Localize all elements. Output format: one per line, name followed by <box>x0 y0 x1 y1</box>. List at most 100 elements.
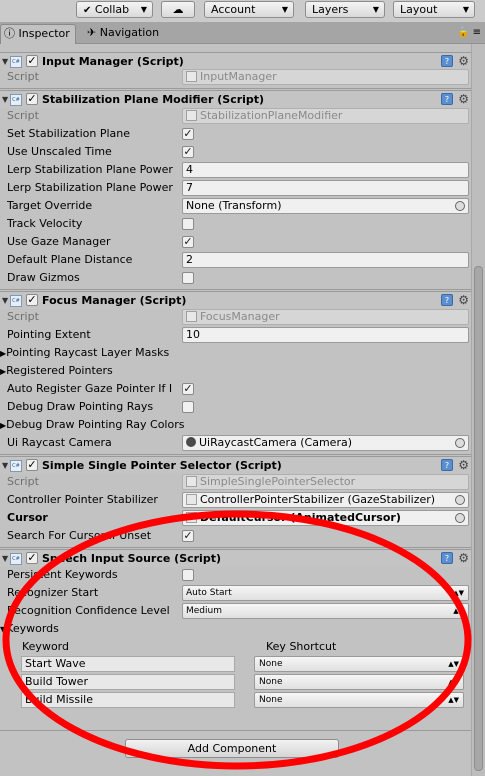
component-header-focus-manager[interactable]: ▼ C# ✓ Focus Manager (Script) ? ⚙ <box>0 291 471 309</box>
key-shortcut-dropdown[interactable]: None ▲▼ <box>254 656 464 672</box>
vertical-scrollbar[interactable] <box>471 44 485 776</box>
field-label: Controller Pointer Stabilizer <box>7 493 158 506</box>
confidence-level-dropdown[interactable]: Medium ▲▼ <box>182 603 469 619</box>
help-icon[interactable]: ? <box>441 294 453 306</box>
keyword-input[interactable]: Start Wave <box>21 656 235 672</box>
component-enabled-checkbox[interactable]: ✓ <box>26 55 38 67</box>
help-icon[interactable]: ? <box>441 552 453 564</box>
account-label: Account <box>211 3 256 16</box>
fold-arrow-icon[interactable]: ▼ <box>2 292 8 309</box>
collab-dropdown[interactable]: ✔ Collab ▼ <box>76 1 153 18</box>
component-enabled-checkbox[interactable]: ✓ <box>26 459 38 471</box>
keyword-input[interactable]: Build Tower <box>21 674 235 690</box>
lerp-power-field-2[interactable]: 7 <box>182 180 469 196</box>
scrollbar-thumb[interactable] <box>474 266 483 771</box>
pointing-extent-field[interactable]: 10 <box>182 327 469 343</box>
fold-arrow-icon[interactable]: ▼ <box>2 457 8 474</box>
fold-arrow-icon[interactable]: ▼ <box>2 91 8 108</box>
script-file-icon <box>186 110 197 121</box>
cloud-button[interactable]: ☁ <box>161 1 195 18</box>
foldout-label[interactable]: ▶Debug Draw Pointing Ray Colors <box>0 416 184 435</box>
add-component-button[interactable]: Add Component <box>125 739 339 758</box>
key-shortcut-dropdown[interactable]: None ▲▼ <box>254 674 464 690</box>
gear-icon[interactable]: ⚙ <box>458 292 469 309</box>
menu-icon[interactable]: ≡ <box>473 27 481 38</box>
help-icon[interactable]: ? <box>441 93 453 105</box>
dropdown-arrows-icon: ▲▼ <box>448 678 459 686</box>
object-picker-icon[interactable] <box>455 201 465 211</box>
foldout-row[interactable]: ▼Keywords <box>0 620 471 638</box>
component-enabled-checkbox[interactable]: ✓ <box>26 294 38 306</box>
use-gaze-manager-checkbox[interactable]: ✓ <box>182 236 194 248</box>
component-enabled-checkbox[interactable]: ✓ <box>26 93 38 105</box>
target-override-field[interactable]: None (Transform) <box>182 198 469 214</box>
controller-stabilizer-field[interactable]: ControllerPointerStabilizer (GazeStabili… <box>182 492 469 508</box>
component-header-speech-input[interactable]: ▼ C# ✓ Speech Input Source (Script) ? ⚙ <box>0 549 471 567</box>
component-header-stabilization[interactable]: ▼ C# ✓ Stabilization Plane Modifier (Scr… <box>0 90 471 108</box>
field-label: Draw Gizmos <box>7 271 80 284</box>
field-label: Script <box>7 109 39 122</box>
track-velocity-checkbox[interactable] <box>182 218 194 230</box>
dropdown-arrows-icon: ▲▼ <box>448 696 459 704</box>
field-value: UiRaycastCamera (Camera) <box>199 436 353 449</box>
search-for-cursor-checkbox[interactable]: ✓ <box>182 530 194 542</box>
use-unscaled-time-checkbox[interactable]: ✓ <box>182 146 194 158</box>
foldout-row[interactable]: ▶Registered Pointers <box>0 362 471 380</box>
script-field: InputManager <box>182 69 469 85</box>
info-icon: ⓘ <box>4 27 15 40</box>
foldout-row[interactable]: ▶Pointing Raycast Layer Masks <box>0 344 471 362</box>
layout-label: Layout <box>400 3 438 16</box>
gear-icon[interactable]: ⚙ <box>458 457 469 474</box>
tab-navigation[interactable]: ✈ Navigation <box>85 24 159 44</box>
field-row: Persistent Keywords <box>0 566 471 584</box>
divider <box>0 547 471 548</box>
gear-icon[interactable]: ⚙ <box>458 550 469 567</box>
account-dropdown[interactable]: Account ▼ <box>204 1 294 18</box>
lock-icon[interactable]: 🔒 <box>457 27 469 38</box>
cursor-field[interactable]: DefaultCursor (AnimatedCursor) <box>182 510 469 526</box>
divider <box>0 88 471 89</box>
foldout-label[interactable]: ▶Registered Pointers <box>0 362 113 381</box>
navigation-icon: ✈ <box>87 26 97 39</box>
object-picker-icon[interactable] <box>455 495 465 505</box>
recognizer-start-dropdown[interactable]: Auto Start ▲▼ <box>182 585 469 601</box>
field-label: Script <box>7 310 39 323</box>
field-value: StabilizationPlaneModifier <box>200 109 343 122</box>
field-value: ControllerPointerStabilizer (GazeStabili… <box>200 493 436 506</box>
layers-label: Layers <box>312 3 349 16</box>
debug-draw-rays-checkbox[interactable] <box>182 401 194 413</box>
lerp-power-field-1[interactable]: 4 <box>182 162 469 178</box>
field-label: Recognition Confidence Level <box>7 604 170 617</box>
default-plane-distance-field[interactable]: 2 <box>182 252 469 268</box>
set-stabilization-plane-checkbox[interactable]: ✓ <box>182 128 194 140</box>
tab-inspector[interactable]: ⓘ Inspector <box>0 24 76 44</box>
field-row: Lerp Stabilization Plane Power 4 <box>0 161 471 179</box>
persistent-keywords-checkbox[interactable] <box>182 569 194 581</box>
object-picker-icon[interactable] <box>455 438 465 448</box>
help-icon[interactable]: ? <box>441 55 453 67</box>
fold-arrow-icon[interactable]: ▼ <box>2 550 8 567</box>
foldout-label[interactable]: ▼Keywords <box>0 620 59 639</box>
ui-raycast-camera-field[interactable]: UiRaycastCamera (Camera) <box>182 435 469 451</box>
gear-icon[interactable]: ⚙ <box>458 91 469 108</box>
foldout-label[interactable]: ▶Pointing Raycast Layer Masks <box>0 344 169 363</box>
auto-register-gaze-checkbox[interactable]: ✓ <box>182 383 194 395</box>
object-picker-icon[interactable] <box>455 513 465 523</box>
cloud-icon: ☁ <box>172 3 184 16</box>
help-icon[interactable]: ? <box>441 459 453 471</box>
keyword-input[interactable]: Build Missile <box>21 692 235 708</box>
field-value: FocusManager <box>200 310 280 323</box>
key-shortcut-dropdown[interactable]: None ▲▼ <box>254 692 464 708</box>
field-row: Lerp Stabilization Plane Power 7 <box>0 179 471 197</box>
script-file-icon <box>186 476 197 487</box>
component-header-pointer-selector[interactable]: ▼ C# ✓ Simple Single Pointer Selector (S… <box>0 456 471 474</box>
layout-dropdown[interactable]: Layout ▼ <box>393 1 475 18</box>
field-row: Controller Pointer Stabilizer Controller… <box>0 491 471 509</box>
draw-gizmos-checkbox[interactable] <box>182 272 194 284</box>
layers-dropdown[interactable]: Layers ▼ <box>305 1 385 18</box>
component-enabled-checkbox[interactable]: ✓ <box>26 552 38 564</box>
top-toolbar: ✔ Collab ▼ ☁ Account ▼ Layers ▼ Layout ▼ <box>0 0 485 22</box>
foldout-row[interactable]: ▶Debug Draw Pointing Ray Colors <box>0 416 471 434</box>
tab-options[interactable]: 🔒 ≡ <box>457 27 481 38</box>
chevron-down-icon: ▼ <box>462 5 469 14</box>
